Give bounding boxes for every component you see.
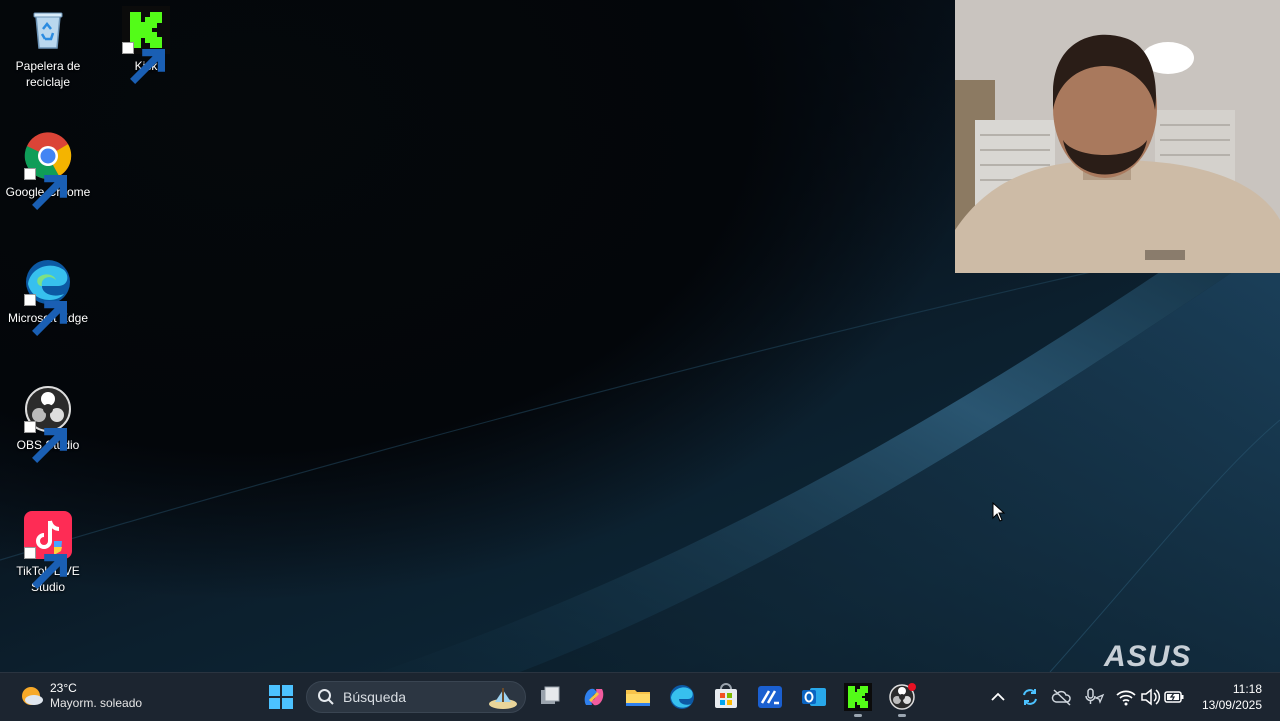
taskbar-edge[interactable]: [668, 683, 696, 711]
weather-sun-icon: [22, 687, 43, 705]
myasus-icon: [758, 686, 782, 708]
taskbar-outlook[interactable]: [800, 683, 828, 711]
tray-sync[interactable]: [1019, 686, 1041, 708]
tray-onedrive[interactable]: [1051, 686, 1073, 708]
taskbar: 23°C Mayorm. soleado Búsqueda 11:18 13/0…: [0, 672, 1280, 721]
desktop: Papelera de reciclaje Kick Google Chrome…: [0, 0, 1280, 672]
running-indicator: [898, 714, 906, 717]
desktop-icon-chrome[interactable]: Google Chrome: [0, 132, 96, 210]
shortcut-arrow-icon: [24, 421, 67, 463]
desktop-icon-label: Papelera de reciclaje: [15, 59, 81, 89]
tray-volume[interactable]: [1139, 686, 1161, 708]
taskbar-file-explorer[interactable]: [624, 683, 652, 711]
copilot-icon: [584, 688, 604, 706]
task-view-icon: [541, 686, 560, 704]
tray-battery[interactable]: [1163, 686, 1185, 708]
obs-icon: [889, 683, 916, 710]
wifi-icon: [1116, 690, 1136, 706]
tray-wifi[interactable]: [1115, 686, 1137, 708]
edge-icon: [670, 685, 694, 709]
taskbar-copilot[interactable]: [580, 683, 608, 711]
search-box[interactable]: Búsqueda: [306, 681, 526, 713]
desktop-icon-tiktok-live[interactable]: TikTok LIVE Studio: [0, 511, 96, 595]
tray-microphone[interactable]: [1083, 686, 1105, 708]
file-explorer-icon: [626, 690, 650, 706]
tray-show-hidden[interactable]: [987, 686, 1009, 708]
microphone-location-icon: [1085, 688, 1105, 704]
taskbar-task-view[interactable]: [536, 683, 564, 711]
chrome-icon: [24, 132, 72, 210]
kick-icon: [122, 6, 170, 84]
desktop-icon-recycle-bin[interactable]: Papelera de reciclaje: [0, 6, 96, 90]
asus-logo: ASUS: [1104, 640, 1192, 672]
shortcut-arrow-icon: [24, 547, 67, 589]
volume-icon: [1141, 688, 1161, 706]
taskbar-myasus[interactable]: [756, 683, 784, 711]
desktop-icon-edge[interactable]: Microsoft Edge: [0, 258, 96, 336]
shortcut-arrow-icon: [122, 42, 165, 84]
recycle-bin-icon: [24, 6, 72, 54]
obs-icon: [24, 385, 72, 463]
desktop-icon-kick[interactable]: Kick: [98, 6, 194, 84]
weather-desc: Mayorm. soleado: [50, 696, 143, 710]
store-icon: [715, 683, 737, 708]
taskbar-obs[interactable]: [888, 683, 916, 717]
tiktok-live-icon: [24, 511, 72, 589]
outlook-icon: [802, 688, 826, 706]
weather-widget[interactable]: 23°C Mayorm. soleado: [18, 681, 142, 711]
running-indicator: [854, 714, 862, 717]
cloud-off-icon: [1051, 689, 1071, 706]
taskbar-store[interactable]: [712, 683, 740, 711]
clock-date: 13/09/2025: [1201, 698, 1262, 712]
weather-temp: 23°C: [50, 681, 77, 695]
battery-charging-icon: [1164, 691, 1184, 703]
start-button[interactable]: [268, 684, 294, 710]
clock-time: 11:18: [1232, 682, 1262, 696]
taskbar-kick[interactable]: [844, 683, 872, 717]
shortcut-arrow-icon: [24, 294, 67, 336]
webcam-person-image: [955, 0, 1280, 273]
search-placeholder: Búsqueda: [343, 689, 407, 705]
desktop-icon-obs[interactable]: OBS Studio: [0, 385, 96, 463]
sync-icon: [1023, 689, 1037, 705]
kick-icon: [844, 683, 872, 711]
search-highlight-icon: [489, 688, 517, 709]
edge-icon: [24, 258, 72, 336]
taskbar-clock[interactable]: 11:18 13/09/2025: [1202, 681, 1262, 713]
shortcut-arrow-icon: [24, 168, 67, 210]
webcam-overlay: [955, 0, 1280, 273]
search-icon: [318, 689, 334, 705]
mouse-cursor-icon: [992, 502, 1006, 522]
chevron-up-icon: [991, 692, 1005, 701]
